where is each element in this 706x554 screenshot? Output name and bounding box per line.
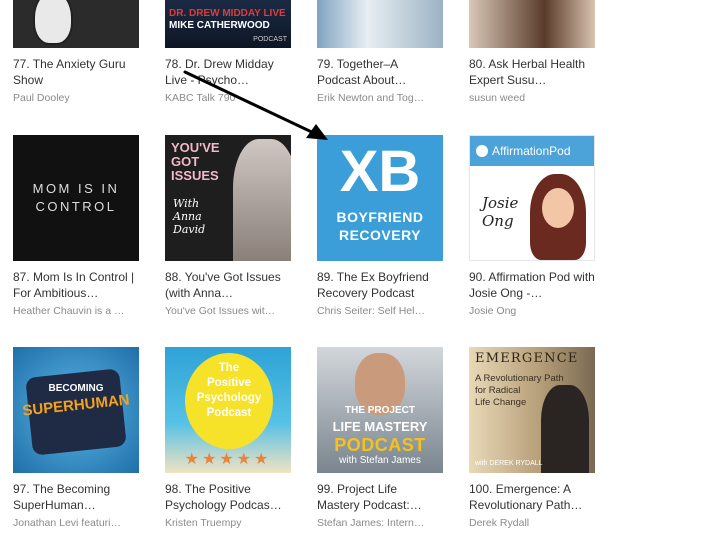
podcast-artwork[interactable]: EMERGENCE A Revolutionary Path for Radic… [469, 347, 595, 473]
artwork-banner: AffirmationPod [470, 136, 594, 166]
podcast-title[interactable]: 100. Emergence: A Revolutionary Path… [469, 481, 595, 513]
podcast-artwork[interactable]: YOU'VE GOT ISSUES With Anna David [165, 135, 291, 261]
podcast-title[interactable]: 87. Mom Is In Control | For Ambitious… [13, 269, 139, 301]
podcast-author: You've Got Issues wit… [165, 305, 276, 317]
artwork-text: AffirmationPod [492, 144, 571, 158]
artwork-text: RECOVERY [338, 227, 422, 243]
artwork-text: with Stefan James [339, 455, 421, 466]
podcast-title[interactable]: 97. The Becoming SuperHuman Podcast… [13, 481, 139, 513]
podcast-title[interactable]: 77. The Anxiety Guru Show [13, 56, 139, 88]
artwork-text: BOYFRIEND [336, 209, 424, 225]
podcast-title[interactable]: 99. Project Life Mastery Podcast:… [317, 481, 443, 513]
artwork-text: YOU'VE GOT ISSUES [171, 140, 220, 183]
bubble-icon [476, 145, 488, 157]
podcast-title[interactable]: 89. The Ex Boyfriend Recovery Podcast [317, 269, 443, 301]
artwork-logo: XB [339, 139, 421, 204]
podcast-artwork[interactable] [469, 0, 595, 48]
podcast-title[interactable]: 88. You've Got Issues (with Anna… [165, 269, 291, 301]
podcast-card-97[interactable]: BECOMING SUPERHUMAN 97. The Becoming Sup… [13, 347, 139, 530]
podcast-card-87[interactable]: MOM IS IN CONTROL 87. Mom Is In Control … [13, 135, 139, 318]
podcast-author: Kristen Truempy [165, 517, 242, 529]
artwork-text: Josie Ong [482, 194, 519, 230]
artwork-text: A Revolutionary Path for Radical Life Ch… [475, 373, 564, 408]
podcast-artwork[interactable]: DR. DREW MIDDAY LIVE MIKE CATHERWOOD POD… [165, 0, 291, 48]
podcast-author: KABC Talk 790 [165, 92, 236, 104]
artwork-text: PODCAST [334, 435, 426, 455]
artwork-text: with DEREK RYDALL [475, 460, 543, 467]
podcast-artwork[interactable]: AffirmationPod Josie Ong [469, 135, 595, 261]
podcast-artwork[interactable]: MOM IS IN CONTROL [13, 135, 139, 261]
podcast-author: Jonathan Levi featuri… [13, 517, 121, 529]
podcast-author: Chris Seiter: Self Hel… [317, 305, 425, 317]
artwork-text: PODCAST [253, 36, 287, 43]
podcast-author: Heather Chauvin is a … [13, 305, 125, 317]
podcast-title[interactable]: 80. Ask Herbal Health Expert Susu… [469, 56, 595, 88]
podcast-artwork[interactable] [13, 0, 139, 48]
podcast-author: Stefan James: Intern… [317, 517, 425, 529]
podcast-card-77[interactable]: 77. The Anxiety Guru Show Paul Dooley [13, 0, 139, 105]
podcast-card-99[interactable]: THE PROJECT LIFE MASTERY PODCAST with St… [317, 347, 443, 530]
artwork-text: MOM IS IN [32, 181, 120, 196]
podcast-title[interactable]: 98. The Positive Psychology Podcas… [165, 481, 291, 513]
podcast-artwork[interactable]: XB BOYFRIEND RECOVERY [317, 135, 443, 261]
artwork-text: The Positive Psychology Podcast [196, 362, 262, 419]
artwork-text: MIKE CATHERWOOD [169, 20, 270, 31]
podcast-author: Derek Rydall [469, 517, 530, 529]
artwork-text: THE PROJECT [344, 405, 415, 416]
podcast-author: Josie Ong [469, 305, 517, 317]
podcast-author: Erik Newton and Tog… [317, 92, 425, 104]
podcast-author: susun weed [469, 92, 526, 104]
podcast-card-79[interactable]: 79. Together–A Podcast About… Erik Newto… [317, 0, 443, 105]
podcast-card-89[interactable]: XB BOYFRIEND RECOVERY 89. The Ex Boyfrie… [317, 135, 443, 318]
podcast-title[interactable]: 90. Affirmation Pod with Josie Ong -… [469, 269, 595, 301]
artwork-text: EMERGENCE [475, 351, 579, 366]
podcast-card-100[interactable]: EMERGENCE A Revolutionary Path for Radic… [469, 347, 595, 530]
podcast-card-78[interactable]: DR. DREW MIDDAY LIVE MIKE CATHERWOOD POD… [165, 0, 291, 105]
podcast-card-90[interactable]: AffirmationPod Josie Ong 90. Affirmation… [469, 135, 595, 318]
podcast-title[interactable]: 78. Dr. Drew Midday Live - Psycho… [165, 56, 291, 88]
artwork-text: DR. DREW MIDDAY LIVE [169, 8, 286, 19]
starfish-icon: ★★★★★ [184, 451, 272, 468]
podcast-card-80[interactable]: 80. Ask Herbal Health Expert Susu… susun… [469, 0, 595, 105]
podcast-author: Paul Dooley [13, 92, 70, 104]
podcast-artwork[interactable]: THE PROJECT LIFE MASTERY PODCAST with St… [317, 347, 443, 473]
podcast-card-88[interactable]: YOU'VE GOT ISSUES With Anna David 88. Yo… [165, 135, 291, 318]
podcast-title[interactable]: 79. Together–A Podcast About… [317, 56, 443, 88]
artwork-text: CONTROL [35, 199, 117, 214]
artwork-text: With Anna David [173, 197, 206, 236]
podcast-artwork[interactable]: BECOMING SUPERHUMAN [13, 347, 139, 473]
podcast-card-98[interactable]: The Positive Psychology Podcast ★★★★★ 98… [165, 347, 291, 530]
podcast-artwork[interactable]: The Positive Psychology Podcast ★★★★★ [165, 347, 291, 473]
podcast-artwork[interactable] [317, 0, 443, 48]
artwork-text: LIFE MASTERY [332, 419, 428, 434]
